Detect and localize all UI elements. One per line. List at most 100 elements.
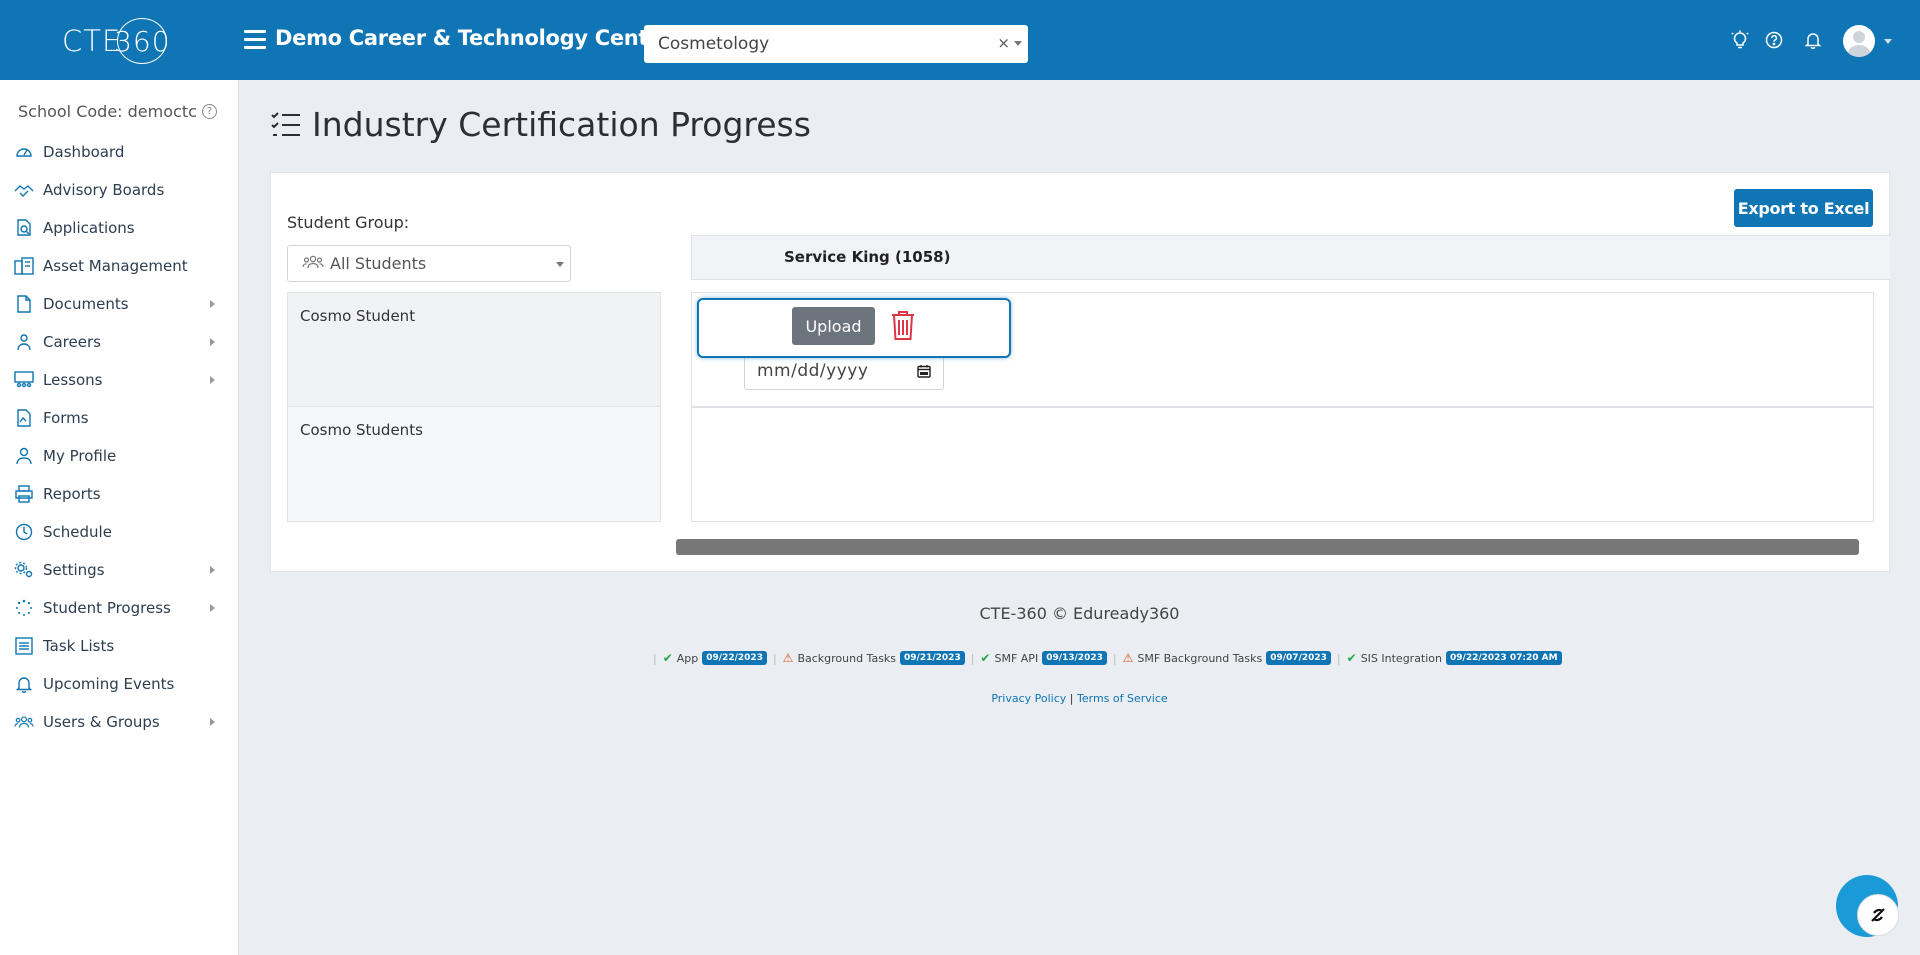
list-icon: [14, 636, 34, 656]
check-circle-icon: ✔: [1346, 651, 1357, 665]
sidebar-item-advisory-boards[interactable]: Advisory Boards: [0, 171, 239, 209]
student-list: Cosmo Student Cosmo Students: [287, 292, 661, 522]
help-icon[interactable]: [1763, 29, 1785, 51]
page-title: Industry Certification Progress: [270, 105, 811, 144]
sidebar-item-my-profile[interactable]: My Profile: [0, 437, 239, 475]
student-name: Cosmo Students: [300, 421, 423, 439]
status-date-badge: 09/07/2023: [1266, 651, 1331, 665]
terms-of-service-link[interactable]: Terms of Service: [1077, 692, 1168, 705]
sidebar-item-label: Dashboard: [43, 143, 125, 161]
program-select-value: Cosmetology: [658, 34, 770, 54]
status-date-badge: 09/21/2023: [900, 651, 965, 665]
sidebar-item-documents[interactable]: Documents: [0, 285, 239, 323]
sidebar-item-label: Documents: [43, 295, 129, 313]
sidebar-item-label: Advisory Boards: [43, 181, 165, 199]
sidebar-item-label: Applications: [43, 219, 135, 237]
lessons-icon: [14, 370, 34, 390]
logo-text: CTE: [62, 24, 122, 58]
status-item: | ⚠ SMF Background Tasks 09/07/2023: [1113, 651, 1331, 665]
sidebar-item-label: Forms: [43, 409, 89, 427]
student-row: Cosmo Students: [287, 407, 661, 522]
chevron-right-icon[interactable]: [210, 338, 215, 346]
clear-selection-icon[interactable]: ×: [997, 34, 1010, 52]
top-navbar: CTE 360 Demo Career & Technology Center …: [0, 0, 1920, 80]
chevron-down-icon[interactable]: [1884, 39, 1892, 44]
chevron-right-icon[interactable]: [210, 300, 215, 308]
logo-ring: 360: [114, 18, 170, 64]
warning-icon: ⚠: [782, 651, 794, 665]
sidebar-item-users-and-groups[interactable]: Users & Groups: [0, 703, 239, 741]
sidebar-item-forms[interactable]: Forms: [0, 399, 239, 437]
status-label: Background Tasks: [797, 651, 897, 665]
certification-cell[interactable]: [691, 407, 1874, 522]
sidebar-item-schedule[interactable]: Schedule: [0, 513, 239, 551]
sidebar-item-label: Careers: [43, 333, 101, 351]
privacy-policy-link[interactable]: Privacy Policy: [991, 692, 1066, 705]
sidebar-item-settings[interactable]: Settings: [0, 551, 239, 589]
horizontal-scrollbar[interactable]: [676, 539, 1859, 555]
chevron-right-icon[interactable]: [210, 566, 215, 574]
status-label: App: [676, 651, 699, 665]
separator: |: [970, 651, 975, 665]
status-date-badge: 09/13/2023: [1042, 651, 1107, 665]
sidebar-item-label: Upcoming Events: [43, 675, 175, 693]
student-group-select[interactable]: All Students: [287, 245, 571, 282]
menu-toggle-icon[interactable]: [244, 30, 266, 50]
status-date-badge: 09/22/2023 07:20 AM: [1446, 651, 1562, 665]
check-circle-icon: ✔: [662, 651, 673, 665]
cte360-logo[interactable]: CTE 360: [62, 18, 170, 64]
export-to-excel-button[interactable]: Export to Excel: [1734, 189, 1873, 227]
legal-links: Privacy Policy | Terms of Service: [0, 692, 1920, 705]
upload-button[interactable]: Upload: [792, 307, 875, 345]
sidebar-item-applications[interactable]: Applications: [0, 209, 239, 247]
separator: |: [1069, 692, 1074, 705]
chevron-down-icon[interactable]: [1014, 41, 1022, 46]
bell-icon: [14, 674, 34, 694]
trash-icon[interactable]: [890, 309, 916, 341]
printer-icon: [14, 484, 34, 504]
certification-name: Service King (1058): [784, 248, 951, 266]
user-avatar-icon[interactable]: [1843, 25, 1875, 57]
sidebar-item-asset-management[interactable]: Asset Management: [0, 247, 239, 285]
program-select[interactable]: Cosmetology ×: [644, 25, 1028, 63]
dashboard-icon: [14, 142, 34, 162]
chat-icon[interactable]: [1857, 894, 1899, 936]
calendar-icon[interactable]: [917, 364, 931, 378]
careers-icon: [14, 332, 34, 352]
sidebar-item-careers[interactable]: Careers: [0, 323, 239, 361]
status-item: | ✔ App 09/22/2023: [653, 651, 767, 665]
lightbulb-icon[interactable]: [1729, 29, 1751, 51]
sidebar-item-reports[interactable]: Reports: [0, 475, 239, 513]
school-code: School Code: democtc ?: [18, 102, 217, 121]
copyright: CTE-360 © Eduready360: [979, 604, 1180, 623]
student-row: Cosmo Student: [287, 292, 661, 407]
org-title: Demo Career & Technology Center: [275, 26, 673, 50]
building-icon: [14, 256, 34, 276]
check-circle-icon: ✔: [980, 651, 991, 665]
sidebar-item-label: My Profile: [43, 447, 117, 465]
bell-icon[interactable]: [1802, 29, 1824, 51]
checklist-icon: [271, 111, 300, 136]
clock-icon: [14, 522, 34, 542]
separator: |: [653, 651, 657, 665]
sidebar-item-label: Task Lists: [43, 637, 115, 655]
warning-icon: ⚠: [1122, 651, 1134, 665]
status-item: | ✔ SMF API 09/13/2023: [971, 651, 1107, 665]
users-icon: [14, 712, 34, 732]
sidebar-item-dashboard[interactable]: Dashboard: [0, 133, 239, 171]
users-icon: [302, 254, 324, 274]
help-icon[interactable]: ?: [201, 104, 217, 119]
sidebar: School Code: democtc ? Dashboard Advisory…: [0, 80, 239, 955]
sidebar-item-task-lists[interactable]: Task Lists: [0, 627, 239, 665]
sidebar-item-label: Reports: [43, 485, 101, 503]
sidebar-item-label: Lessons: [43, 371, 103, 389]
chevron-right-icon[interactable]: [210, 376, 215, 384]
chevron-right-icon[interactable]: [210, 718, 215, 726]
document-icon: [14, 294, 34, 314]
status-label: SMF API: [994, 651, 1039, 665]
status-label: SIS Integration: [1360, 651, 1443, 665]
sidebar-item-lessons[interactable]: Lessons: [0, 361, 239, 399]
chevron-down-icon[interactable]: [556, 262, 564, 267]
person-icon: [14, 446, 34, 466]
student-group-label: Student Group:: [287, 213, 410, 232]
